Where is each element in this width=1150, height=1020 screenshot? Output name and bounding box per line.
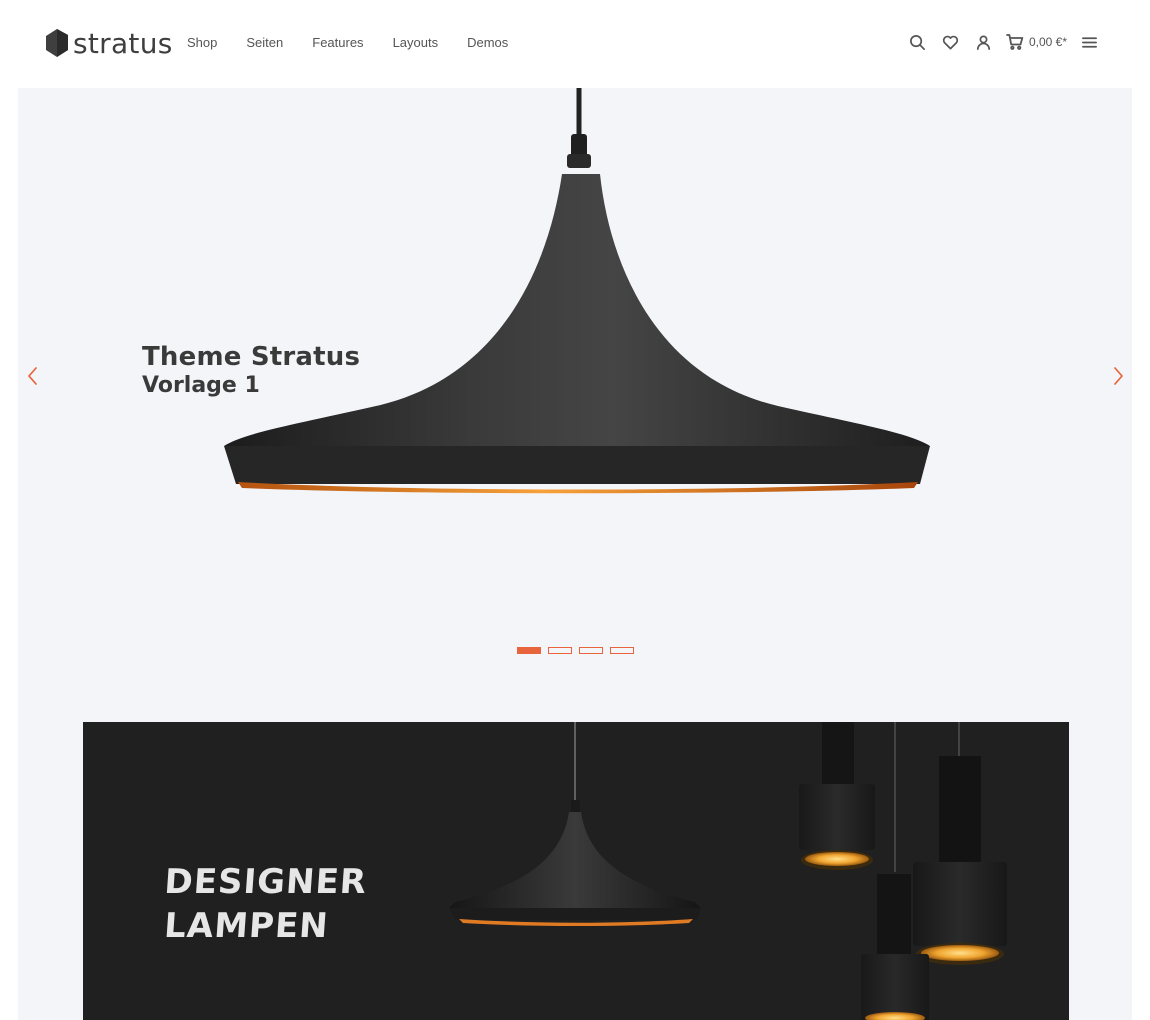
banner-line-2: LAMPEN — [162, 906, 331, 946]
menu-button[interactable] — [1078, 31, 1100, 53]
cart-icon — [1006, 34, 1024, 50]
search-button[interactable] — [907, 31, 929, 53]
wishlist-button[interactable] — [940, 31, 962, 53]
cart-total: 0,00 €* — [1028, 35, 1067, 49]
banner-line-1: DESIGNER — [163, 862, 369, 902]
header-actions: 0,00 €* — [896, 31, 1100, 53]
nav-item-features[interactable]: Features — [312, 33, 363, 53]
slider-dot-1[interactable] — [517, 647, 541, 654]
hero-title: Theme Stratus — [142, 342, 361, 372]
site-header: stratus Shop Seiten Features Layouts Dem… — [0, 0, 1150, 88]
heart-icon — [943, 35, 959, 49]
chevron-left-icon — [28, 367, 37, 385]
slider-next-button[interactable] — [1108, 365, 1128, 387]
nav-item-shop[interactable]: Shop — [187, 33, 217, 53]
logo-mark-icon — [46, 29, 68, 57]
cart-button[interactable]: 0,00 €* — [1006, 33, 1067, 51]
hero-slider[interactable]: Theme Stratus Vorlage 1 — [18, 88, 1132, 698]
chevron-right-icon — [1114, 367, 1123, 385]
slider-dot-3[interactable] — [579, 647, 603, 654]
designer-lamps-banner[interactable]: DESIGNER LAMPEN — [83, 722, 1069, 1020]
slider-prev-button[interactable] — [23, 365, 43, 387]
nav-item-seiten[interactable]: Seiten — [246, 33, 283, 53]
slider-dot-4[interactable] — [610, 647, 634, 654]
nav-item-demos[interactable]: Demos — [467, 33, 508, 53]
logo[interactable]: stratus — [44, 26, 173, 60]
slider-dot-2[interactable] — [548, 647, 572, 654]
slider-pagination — [517, 647, 641, 654]
banner-headline: DESIGNER LAMPEN — [160, 860, 369, 948]
main-content: Theme Stratus Vorlage 1 DESIGNER LAMPEN — [18, 88, 1132, 1020]
search-icon — [910, 34, 926, 50]
logo-text: stratus — [73, 26, 173, 60]
menu-icon — [1081, 36, 1097, 48]
user-icon — [977, 35, 991, 50]
nav-item-layouts[interactable]: Layouts — [393, 33, 439, 53]
main-nav: Shop Seiten Features Layouts Demos — [187, 33, 537, 53]
hero-subtitle: Vorlage 1 — [142, 373, 260, 398]
account-button[interactable] — [973, 31, 995, 53]
